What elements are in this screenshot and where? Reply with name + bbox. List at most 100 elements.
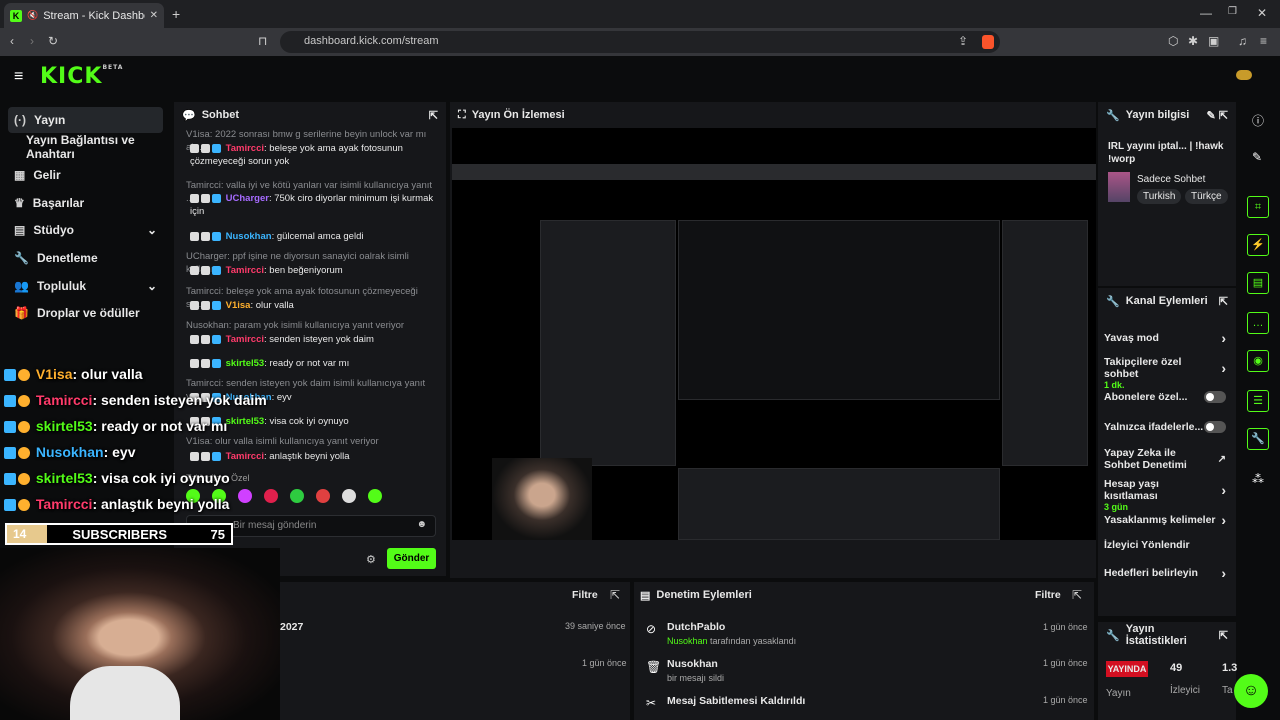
- sub-label: SUBSCRIBERS: [72, 526, 167, 542]
- badge-icon: [190, 193, 199, 203]
- sidebar-item-stream-key[interactable]: Yayın Bağlantısı ve Anahtarı: [8, 133, 163, 161]
- emote-icon[interactable]: [238, 489, 252, 503]
- emote-icon[interactable]: [342, 489, 356, 503]
- pencil-icon[interactable]: ✎: [1252, 150, 1262, 164]
- overlay-username: Tamircci: [35, 392, 93, 408]
- chat-username[interactable]: skirtel53: [226, 416, 265, 427]
- close-window-button[interactable]: ✕: [1257, 6, 1267, 20]
- mod-filter-button[interactable]: Filtre: [1035, 589, 1061, 601]
- chat-username[interactable]: Tamircci: [226, 265, 264, 276]
- help-chat-icon[interactable]: ☺: [1234, 674, 1268, 708]
- chat-message[interactable]: UCharger: 750k ciro diyorlar minimum işi…: [186, 192, 436, 218]
- sidebar-item-basarilar[interactable]: ♛ Başarılar: [8, 190, 163, 216]
- popout-icon[interactable]: ⇱: [610, 588, 620, 602]
- close-tab-icon[interactable]: ✕: [150, 10, 158, 21]
- new-tab-button[interactable]: +: [172, 6, 180, 22]
- badge-icon: [212, 451, 221, 461]
- restore-button[interactable]: ❐: [1228, 6, 1237, 17]
- back-icon[interactable]: ‹: [10, 34, 14, 48]
- chat-message[interactable]: Tamircci: ben beğeniyorum: [186, 264, 436, 277]
- emote-icon[interactable]: [316, 489, 330, 503]
- chat-username[interactable]: Tamircci: [226, 334, 264, 345]
- popout-icon[interactable]: ⇱: [1219, 629, 1228, 642]
- slow-mode-row[interactable]: Yavaş mod ›: [1104, 330, 1226, 346]
- edit-icon[interactable]: ✎ ⇱: [1207, 109, 1229, 122]
- bookmark-icon[interactable]: ⊓: [258, 34, 267, 48]
- chat-username[interactable]: V1isa: [226, 300, 251, 311]
- category-name[interactable]: Sadece Sohbet: [1137, 174, 1205, 185]
- ai-moderation-row[interactable]: Yapay Zeka ile Sohbet Denetimi ↗: [1104, 447, 1226, 471]
- stream-preview-video[interactable]: [452, 128, 1096, 540]
- chat-username[interactable]: Tamircci: [226, 143, 264, 154]
- subscribers-only-toggle[interactable]: [1204, 391, 1226, 403]
- reload-icon[interactable]: ↻: [48, 34, 58, 48]
- forward-icon[interactable]: ›: [30, 34, 34, 48]
- sidebar-item-denetleme[interactable]: 🔧 Denetleme: [8, 245, 163, 271]
- action-label: Yalnızca ifadelerle...: [1104, 421, 1204, 433]
- chat-message[interactable]: Tamircci: beleşe yok ama ayak fotosunun …: [186, 142, 436, 168]
- wrench-icon: 🔧: [1106, 629, 1120, 642]
- kick-logo[interactable]: KICKBETA: [40, 64, 123, 89]
- browser-tab[interactable]: K 🔇 Stream - Kick Dashboard ✕: [4, 3, 164, 28]
- chat-username[interactable]: Nusokhan: [226, 231, 272, 242]
- chat-message[interactable]: V1isa: olur valla: [186, 299, 436, 312]
- goals-row[interactable]: Hedefleri belirleyin ›: [1104, 565, 1226, 581]
- sidebar-item-topluluk[interactable]: 👥 Topluluk ⌄: [8, 273, 163, 299]
- hamburger-menu-icon[interactable]: ≡: [14, 68, 23, 86]
- raid-row[interactable]: İzleyici Yönlendir: [1104, 539, 1226, 551]
- music-icon[interactable]: ♫: [1238, 34, 1247, 48]
- emote-icon[interactable]: [264, 489, 278, 503]
- rail-list-icon[interactable]: ☰: [1247, 390, 1269, 412]
- chat-message[interactable]: Tamircci: anlaştık beyni yolla: [186, 450, 436, 463]
- chat-message[interactable]: skirtel53: ready or not var mı: [186, 357, 436, 370]
- account-age-row[interactable]: Hesap yaşı kısıtlaması › 3 gün: [1104, 478, 1226, 512]
- chat-username[interactable]: Tamircci: [226, 451, 264, 462]
- avatar[interactable]: [1236, 70, 1252, 80]
- filter-button[interactable]: Filtre: [572, 589, 598, 601]
- banned-words-row[interactable]: Yasaklanmış kelimeler ›: [1104, 512, 1226, 528]
- sidebar-item-gelir[interactable]: ▦ Gelir: [8, 162, 163, 188]
- followers-only-row[interactable]: Takipçilere özel sohbet › 1 dk.: [1104, 356, 1226, 390]
- apps-icon[interactable]: ⁂: [1252, 472, 1264, 486]
- emote-only-row[interactable]: Yalnızca ifadelerle...: [1104, 421, 1226, 433]
- sidebar-toggle-icon[interactable]: ▣: [1208, 34, 1219, 48]
- popout-icon[interactable]: ⇱: [429, 109, 438, 122]
- popout-icon[interactable]: ⇱: [1219, 295, 1228, 308]
- rail-chat-icon[interactable]: …: [1247, 312, 1269, 334]
- emoji-icon[interactable]: ☻: [416, 519, 427, 530]
- brave-shield-icon[interactable]: [982, 35, 994, 49]
- emote-only-toggle[interactable]: [1204, 421, 1226, 433]
- minimize-button[interactable]: —: [1200, 6, 1212, 20]
- subscribers-only-row[interactable]: Abonelere özel...: [1104, 391, 1226, 403]
- extension-icon[interactable]: ⬡: [1168, 34, 1178, 48]
- chat-username[interactable]: skirtel53: [226, 358, 265, 369]
- wrench-icon: 🔧: [1106, 295, 1120, 308]
- rail-bolt-icon[interactable]: ⚡: [1247, 234, 1269, 256]
- third-stat-label: Ta: [1222, 685, 1233, 696]
- popout-icon[interactable]: ⇱: [1072, 588, 1082, 602]
- chat-message[interactable]: Nusokhan: gülcemal amca geldi: [186, 230, 436, 243]
- settings-gear-icon[interactable]: ⚙: [366, 553, 376, 566]
- tag-turkce[interactable]: Türkçe: [1185, 189, 1228, 204]
- emote-icon[interactable]: [368, 489, 382, 503]
- send-button[interactable]: Gönder: [387, 548, 436, 569]
- sidebar-item-droplar[interactable]: 🎁 Droplar ve ödüller: [8, 300, 163, 326]
- rail-wrench-icon[interactable]: 🔧: [1247, 428, 1269, 450]
- rail-document-icon[interactable]: ▤: [1247, 272, 1269, 294]
- badge-icon: [4, 369, 16, 382]
- chat-message[interactable]: Tamircci: senden isteyen yok daim: [186, 333, 436, 346]
- emote-icon[interactable]: [290, 489, 304, 503]
- chat-username[interactable]: UCharger: [226, 193, 269, 204]
- chevron-right-icon: ›: [1221, 330, 1226, 346]
- sidebar-item-yayin[interactable]: (·) Yayın: [8, 107, 163, 133]
- info-icon[interactable]: ⓘ: [1252, 112, 1264, 129]
- puzzle-icon[interactable]: ✱: [1188, 34, 1198, 48]
- share-icon[interactable]: ⇪: [958, 34, 968, 48]
- rail-scan-icon[interactable]: ⌗: [1247, 196, 1269, 218]
- rail-broadcast-icon[interactable]: ◉: [1247, 350, 1269, 372]
- sidebar-item-studyo[interactable]: ▤ Stüdyo ⌄: [8, 217, 163, 243]
- tag-turkish[interactable]: Turkish: [1137, 189, 1182, 204]
- mute-icon[interactable]: 🔇: [27, 10, 38, 21]
- url-field[interactable]: dashboard.kick.com/stream: [280, 31, 1000, 53]
- menu-icon[interactable]: ≡: [1260, 34, 1267, 48]
